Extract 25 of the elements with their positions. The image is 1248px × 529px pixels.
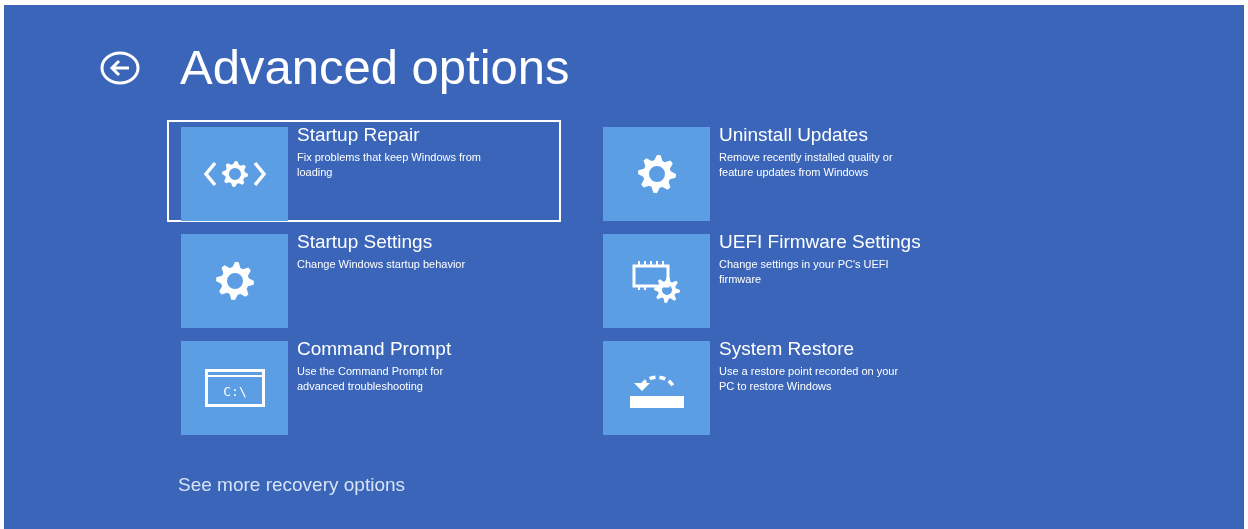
- option-description: Use the Command Prompt for advanced troubleshooting: [297, 363, 445, 394]
- back-button[interactable]: [100, 49, 140, 86]
- gear-icon: [636, 154, 677, 194]
- option-title: Command Prompt: [297, 339, 453, 360]
- recovery-option[interactable]: System Restore Use a restore point recorded on your PC to restore Windows: [589, 334, 983, 436]
- recovery-option[interactable]: Startup Settings Change Windows startup behavior: [167, 227, 561, 329]
- option-description: Remove recently installed quality or feature updates from Windows: [719, 149, 894, 180]
- option-title: UEFI Firmware Settings: [719, 232, 921, 253]
- option-title: Startup Settings: [297, 232, 434, 253]
- page-title: Advanced options: [180, 43, 570, 92]
- recovery-option[interactable]: Startup Repair Fix problems that keep Windows from loading: [167, 120, 561, 222]
- recovery-option[interactable]: UEFI Firmware Settings Change settings in your PC's UEFI firmware: [589, 227, 983, 329]
- chip-gear-icon: [630, 258, 683, 304]
- option-description: Change Windows startup behavior: [297, 256, 467, 272]
- more-options-link[interactable]: See more recovery options: [178, 471, 406, 500]
- option-title: Startup Repair: [297, 125, 421, 146]
- option-description: Use a restore point recorded on your PC to restore Windows: [719, 363, 900, 394]
- gear-icon: [214, 261, 255, 301]
- recovery-option[interactable]: Uninstall Updates Remove recently installed quality or feature updates from Windows: [589, 120, 983, 222]
- option-description: Change settings in your PC's UEFI firmware: [719, 256, 890, 287]
- option-title: Uninstall Updates: [719, 125, 869, 146]
- terminal-icon: C:\: [204, 369, 265, 407]
- option-title: System Restore: [719, 339, 856, 360]
- recovery-option[interactable]: C:\ Command Prompt Use the Command Prompt for advanced troubleshooting: [167, 334, 561, 436]
- option-description: Fix problems that keep Windows from loading: [297, 149, 482, 180]
